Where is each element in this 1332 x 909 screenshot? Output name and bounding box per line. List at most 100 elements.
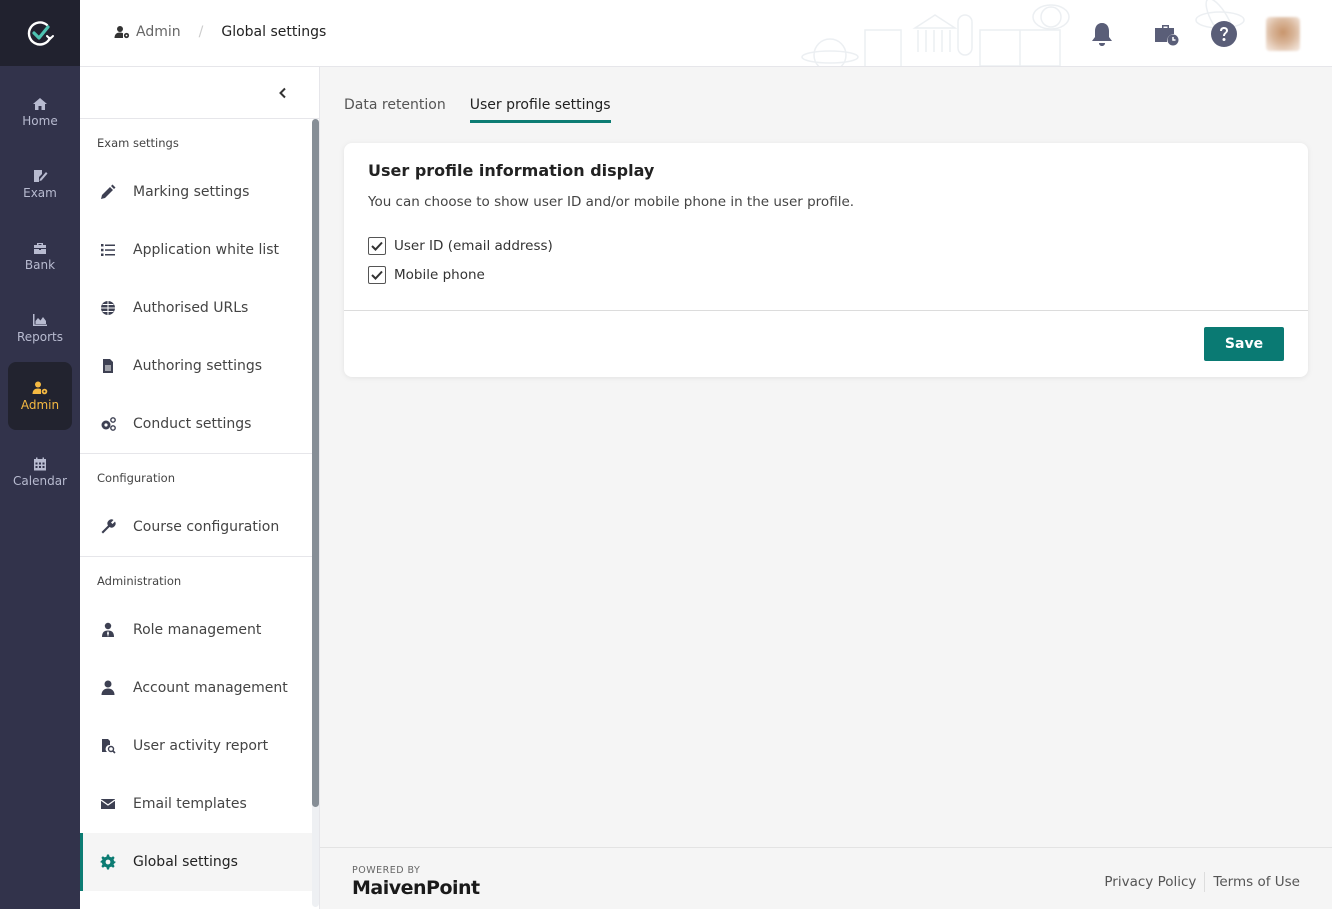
sidebar-item-label: Account management xyxy=(133,680,288,696)
sidebar-nav: Exam settings Marking settings Applicati… xyxy=(80,119,312,909)
reports-icon xyxy=(33,314,47,326)
file-search-icon xyxy=(102,739,116,754)
rail-label: Home xyxy=(22,114,58,128)
user-profile-card: User profile information display You can… xyxy=(344,143,1308,377)
user-tie-icon xyxy=(102,622,114,637)
breadcrumb: Admin / Global settings xyxy=(114,24,326,40)
sidebar-item-label: Global settings xyxy=(133,854,238,870)
sidebar-item-label: Conduct settings xyxy=(133,416,252,432)
sidebar-item-authoring-settings[interactable]: Authoring settings xyxy=(80,337,312,395)
sidebar-top xyxy=(80,67,319,119)
rail-item-bank[interactable]: Bank xyxy=(8,222,72,290)
collapse-sidebar-button[interactable] xyxy=(273,83,293,103)
sidebar-item-label: Marking settings xyxy=(133,184,250,200)
gear-icon xyxy=(100,854,116,870)
checkbox-label: Mobile phone xyxy=(394,267,485,283)
chevron-left-icon xyxy=(279,87,286,99)
briefcase-clock-icon xyxy=(1155,25,1179,46)
sidebar-item-role-management[interactable]: Role management xyxy=(80,601,312,659)
schedule-button[interactable] xyxy=(1152,20,1180,48)
pencil-icon xyxy=(101,184,116,199)
app-logo[interactable] xyxy=(0,0,80,66)
brand-logo: MaivenPoint xyxy=(352,877,480,899)
divider xyxy=(344,310,1308,311)
sidebar-item-label: User activity report xyxy=(133,738,269,754)
sidebar-item-label: Application white list xyxy=(133,242,280,258)
rail-label: Admin xyxy=(20,398,60,412)
checkmark-icon xyxy=(371,241,383,251)
scrollbar-thumb[interactable] xyxy=(312,119,319,807)
sidebar-item-application-white-list[interactable]: Application white list xyxy=(80,221,312,279)
breadcrumb-separator: / xyxy=(198,24,204,40)
sidebar-scrollbar[interactable] xyxy=(312,119,319,907)
sidebar-item-course-configuration[interactable]: Course configuration xyxy=(80,498,312,556)
document-icon xyxy=(103,359,113,373)
breadcrumb-parent[interactable]: Admin xyxy=(136,24,181,40)
footer: POWERED BY MaivenPoint Privacy Policy Te… xyxy=(320,847,1332,909)
sidebar-item-user-activity-report[interactable]: User activity report xyxy=(80,717,312,775)
sidebar-item-label: Course configuration xyxy=(133,519,280,535)
footer-links: Privacy Policy Terms of Use xyxy=(1104,872,1300,892)
sidebar-item-global-settings[interactable]: Global settings xyxy=(80,833,312,891)
checkbox-label: User ID (email address) xyxy=(394,238,553,254)
bank-icon xyxy=(34,243,46,254)
envelope-icon xyxy=(100,799,116,809)
sidebar-item-authorised-urls[interactable]: Authorised URLs xyxy=(80,279,312,337)
user-id-checkbox[interactable]: User ID (email address) xyxy=(368,237,553,255)
rail-label: Exam xyxy=(23,186,57,200)
globe-icon xyxy=(101,301,115,315)
sidebar-item-label: Role management xyxy=(133,622,262,638)
help-button[interactable] xyxy=(1210,20,1238,48)
gears-icon xyxy=(101,417,116,431)
divider xyxy=(1204,872,1206,892)
sidebar-item-label: Authorised URLs xyxy=(133,300,249,316)
sidebar-item-account-management[interactable]: Account management xyxy=(80,659,312,717)
logo-icon xyxy=(27,21,54,46)
admin-icon xyxy=(114,26,130,39)
rail-label: Bank xyxy=(24,258,56,272)
sidebar-item-conduct-settings[interactable]: Conduct settings xyxy=(80,395,312,453)
card-title: User profile information display xyxy=(368,161,655,180)
tab-user-profile-settings[interactable]: User profile settings xyxy=(469,97,611,123)
rail-item-reports[interactable]: Reports xyxy=(8,294,72,362)
sidebar-item-marking-settings[interactable]: Marking settings xyxy=(80,163,312,221)
help-icon xyxy=(1211,21,1237,47)
top-header: Admin / Global settings xyxy=(80,0,1332,67)
rail-item-calendar[interactable]: Calendar xyxy=(8,438,72,506)
card-description: You can choose to show user ID and/or mo… xyxy=(368,194,855,210)
avatar[interactable] xyxy=(1266,17,1300,51)
bell-icon xyxy=(1092,23,1112,46)
checkbox-box[interactable] xyxy=(368,266,386,284)
tab-data-retention[interactable]: Data retention xyxy=(344,97,446,123)
admin-icon xyxy=(32,381,48,395)
sidebar-item-email-templates[interactable]: Email templates xyxy=(80,775,312,833)
breadcrumb-current: Global settings xyxy=(221,24,327,40)
list-icon xyxy=(101,244,115,256)
privacy-policy-link[interactable]: Privacy Policy xyxy=(1104,874,1196,890)
wrench-icon xyxy=(101,519,116,534)
rail-label: Calendar xyxy=(13,474,67,488)
rail-item-admin[interactable]: Admin xyxy=(8,362,72,430)
group-title-configuration: Configuration xyxy=(97,471,175,485)
header-decoration xyxy=(801,0,1245,66)
checkmark-icon xyxy=(371,270,383,280)
rail-label: Reports xyxy=(16,330,64,344)
group-title-administration: Administration xyxy=(97,574,182,588)
settings-sidebar: Exam settings Marking settings Applicati… xyxy=(80,67,320,909)
user-icon xyxy=(101,680,115,695)
mobile-phone-checkbox[interactable]: Mobile phone xyxy=(368,266,485,284)
sidebar-item-label: Authoring settings xyxy=(133,358,263,374)
left-rail: Home Exam Bank Reports Admin Calendar xyxy=(0,0,80,909)
settings-tabs: Data retention User profile settings xyxy=(344,97,635,123)
rail-item-home[interactable]: Home xyxy=(8,78,72,146)
sidebar-item-label: Email templates xyxy=(133,796,247,812)
group-title-exam-settings: Exam settings xyxy=(97,136,179,150)
terms-of-use-link[interactable]: Terms of Use xyxy=(1213,874,1300,890)
notifications-button[interactable] xyxy=(1088,20,1116,48)
home-icon xyxy=(33,98,47,110)
powered-by-label: POWERED BY xyxy=(352,865,421,876)
calendar-icon xyxy=(34,457,46,471)
rail-item-exam[interactable]: Exam xyxy=(8,150,72,218)
checkbox-box[interactable] xyxy=(368,237,386,255)
save-button[interactable]: Save xyxy=(1204,327,1284,361)
